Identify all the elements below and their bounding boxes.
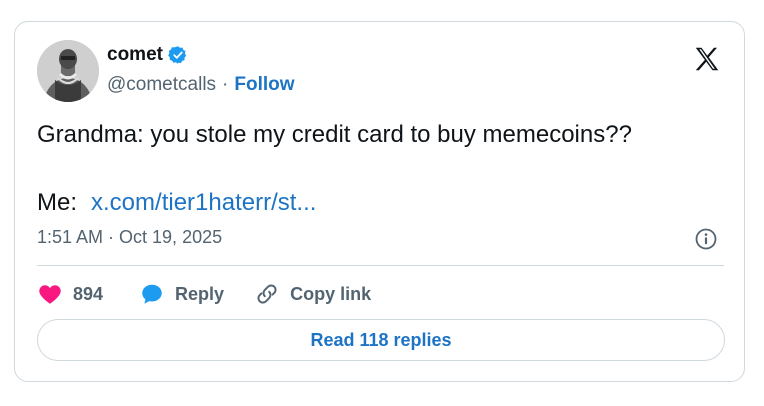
link-chain-icon	[254, 281, 280, 307]
avatar[interactable]	[37, 40, 99, 102]
copy-link-label: Copy link	[290, 283, 372, 304]
author-name[interactable]: comet	[107, 44, 163, 66]
copy-link-button[interactable]: Copy link	[254, 281, 371, 307]
avatar-image	[37, 40, 99, 102]
read-replies-button[interactable]: Read 118 replies	[37, 319, 725, 361]
tweet-link[interactable]: x.com/tier1haterr/st...	[91, 188, 316, 218]
divider	[37, 265, 724, 266]
handle-row: @cometcalls · Follow	[107, 74, 295, 96]
info-icon[interactable]	[694, 227, 718, 251]
reply-bubble-icon	[139, 281, 165, 307]
tweet-timestamp[interactable]: 1:51 AM · Oct 19, 2025	[37, 227, 222, 248]
action-bar: 894 Reply Copy link	[37, 279, 371, 309]
handle-separator: ·	[222, 74, 229, 95]
x-logo-icon[interactable]	[692, 44, 722, 74]
like-button[interactable]: 894	[37, 281, 103, 307]
tweet-text-prefix: Me:	[37, 189, 78, 216]
author-name-row: comet	[107, 44, 188, 66]
heart-icon	[37, 281, 63, 307]
follow-button[interactable]: Follow	[234, 74, 294, 96]
like-count: 894	[73, 283, 104, 304]
tweet-card: comet @cometcalls · Follow Grandma: you …	[14, 21, 745, 382]
tweet-text-line1: Grandma: you stole my credit card to buy…	[37, 121, 632, 148]
tweet-text-line2: Me: x.com/tier1haterr/st...	[37, 188, 316, 218]
author-handle[interactable]: @cometcalls	[107, 74, 216, 96]
reply-label: Reply	[175, 283, 225, 304]
verified-badge-icon	[168, 45, 188, 65]
reply-button[interactable]: Reply	[139, 281, 224, 307]
